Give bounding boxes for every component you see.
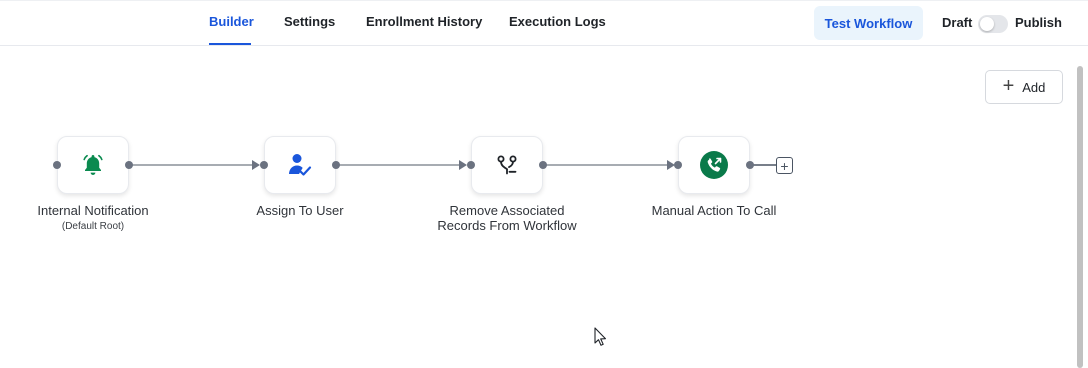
node-input-handle[interactable] — [260, 161, 268, 169]
node-input-handle[interactable] — [674, 161, 682, 169]
node-label: Remove Associated Records From Workflow — [437, 203, 576, 233]
node-output-handle[interactable] — [746, 161, 754, 169]
mouse-cursor-icon — [594, 327, 607, 346]
workflow-node-internal-notification[interactable] — [57, 136, 129, 194]
workflow-connectors — [129, 160, 776, 170]
add-step-button[interactable]: + — [776, 157, 793, 174]
node-output-handle[interactable] — [332, 161, 340, 169]
bell-icon — [83, 154, 103, 175]
node-output-handle[interactable] — [125, 161, 133, 169]
node-label: Internal Notification (Default Root) — [37, 203, 148, 234]
node-label-line-2: Records From Workflow — [437, 218, 577, 233]
node-input-handle[interactable] — [53, 161, 61, 169]
workflow-node-remove-associated-records[interactable] — [471, 136, 543, 194]
node-sublabel: (Default Root) — [61, 221, 125, 232]
connector-arrow-1 — [252, 160, 260, 170]
plus-icon: + — [780, 157, 789, 174]
node-input-handle[interactable] — [467, 161, 475, 169]
branch-remove-icon — [497, 155, 517, 175]
node-label-text: Assign To User — [256, 203, 344, 218]
workflow-node-assign-to-user[interactable] — [264, 136, 336, 194]
node-label-text: Internal Notification — [37, 203, 149, 218]
node-output-handle[interactable] — [539, 161, 547, 169]
node-label-line-1: Remove Associated — [449, 203, 565, 218]
connector-arrow-2 — [459, 160, 467, 170]
user-check-icon — [289, 154, 312, 176]
workflow-node-manual-action-to-call[interactable] — [678, 136, 750, 194]
phone-outgoing-icon — [700, 151, 728, 179]
node-label-text: Manual Action To Call — [651, 203, 777, 218]
node-label: Assign To User — [256, 203, 343, 218]
node-label: Manual Action To Call — [652, 203, 777, 218]
